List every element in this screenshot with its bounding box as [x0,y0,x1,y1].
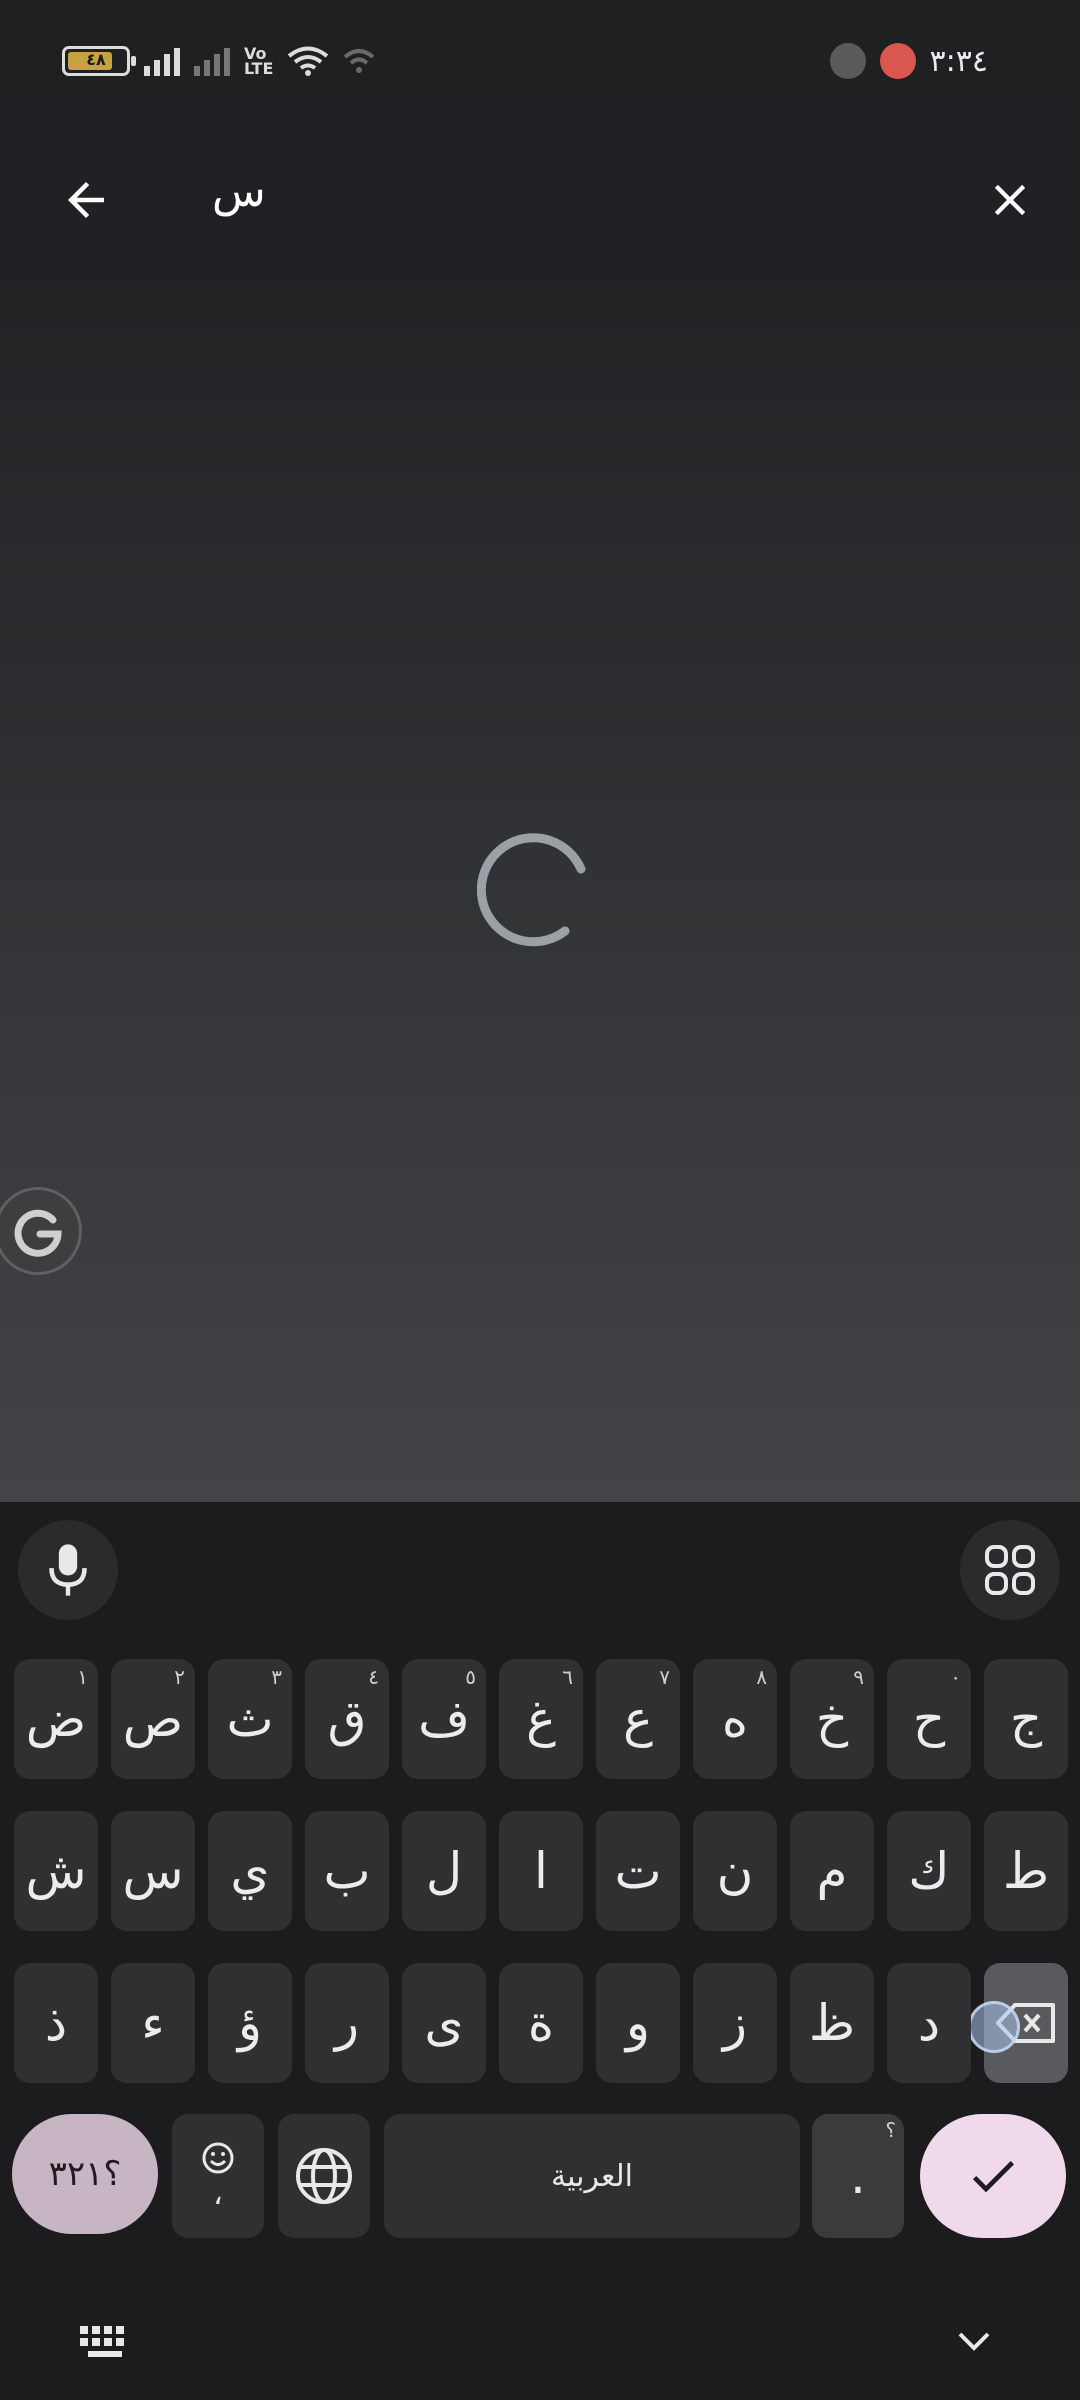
key-label: ض [25,1690,87,1748]
key[interactable]: ء [111,1963,195,2083]
key-hint: ٥ [465,1665,476,1689]
key[interactable]: ر [305,1963,389,2083]
key[interactable]: م [790,1811,874,1931]
emoji-icon [202,2142,234,2173]
grammarly-button[interactable] [0,1187,82,1275]
backspace-key[interactable] [968,1963,1068,2083]
key-label: ص [122,1690,184,1748]
key[interactable]: ا [499,1811,583,1931]
key-label: ق [327,1690,367,1748]
grammarly-g-icon [14,1209,62,1257]
space-key[interactable]: العربية [384,2114,800,2238]
period-key[interactable]: . ؟ [812,2114,904,2238]
status-right: ٣:٣٤ [829,38,988,84]
key-label: ه [721,1690,749,1748]
key[interactable]: غ٦ [499,1659,583,1779]
symbols-key[interactable]: ؟٣٢١ [12,2114,158,2234]
results-area [0,280,1080,1502]
key[interactable]: و [596,1963,680,2083]
emoji-key[interactable]: ، [172,2114,264,2238]
status-left: ٤٨ Vo LTE [62,38,375,84]
key[interactable]: ص٢ [111,1659,195,1779]
key-label: ج [1009,1690,1043,1748]
key-label: ف [418,1690,470,1748]
key-hint: ٩ [853,1665,864,1689]
search-header: س [0,104,1080,280]
key-hint: ١ [77,1665,88,1689]
key[interactable]: ت [596,1811,680,1931]
wifi-icon [288,46,329,76]
apps-grid-button[interactable] [960,1520,1060,1620]
enter-key[interactable] [920,2114,1066,2238]
key[interactable]: ه٨ [693,1659,777,1779]
search-input[interactable]: س [212,166,266,217]
arrow-left-icon [68,182,104,218]
key-label: ح [912,1690,946,1748]
key[interactable]: ب [305,1811,389,1931]
key[interactable]: ك [887,1811,971,1931]
status-bar: ٤٨ Vo LTE ٣:٣٤ [0,0,1080,104]
key[interactable]: س [111,1811,195,1931]
language-key[interactable] [278,2114,370,2238]
clear-button[interactable] [970,160,1050,240]
key[interactable]: ف٥ [402,1659,486,1779]
key[interactable]: ة [499,1963,583,2083]
key[interactable]: ح٠ [887,1659,971,1779]
period-label: . [850,2147,866,2205]
key-hint: ٣ [271,1665,282,1689]
back-button[interactable] [46,160,126,240]
microphone-icon [49,1544,87,1596]
close-icon [994,184,1026,216]
apps-grid-icon [985,1545,1035,1595]
key[interactable]: ط [984,1811,1068,1931]
touch-indicator [968,2001,1020,2053]
key-label: ث [226,1690,274,1748]
battery-icon: ٤٨ [62,46,136,76]
key[interactable]: ق٤ [305,1659,389,1779]
key-hint: ٦ [562,1665,573,1689]
key[interactable]: خ٩ [790,1659,874,1779]
key[interactable]: ج [984,1659,1068,1779]
key[interactable]: ز [693,1963,777,2083]
key[interactable]: ي [208,1811,292,1931]
key-hint: ٠ [950,1665,961,1689]
battery-percent: ٤٨ [86,50,106,69]
key-label: غ [526,1690,556,1748]
globe-icon [296,2148,352,2204]
loading-spinner [477,833,586,947]
key[interactable]: ل [402,1811,486,1931]
chevron-down-icon[interactable] [952,2324,996,2360]
voice-input-button[interactable] [18,1520,118,1620]
key[interactable]: د [887,1963,971,2083]
key[interactable]: ن [693,1811,777,1931]
clock: ٣:٣٤ [929,43,988,79]
signal-icon-secondary [194,46,230,76]
keyboard: ج ح٠ خ٩ ه٨ ع٧ غ٦ ف٥ ق٤ ث٣ ص٢ ض١ ط ك م ن … [0,1502,1080,2400]
key-hint: ٧ [659,1665,670,1689]
key[interactable]: ض١ [14,1659,98,1779]
key-label: ع [623,1690,653,1748]
signal-icon [144,46,180,76]
key-hint: ٨ [756,1665,767,1689]
key[interactable]: ى [402,1963,486,2083]
volte-label: Vo LTE [244,44,274,78]
key[interactable]: ؤ [208,1963,292,2083]
key[interactable]: ذ [14,1963,98,2083]
key[interactable]: ش [14,1811,98,1931]
key[interactable]: ظ [790,1963,874,2083]
period-hint: ؟ [885,2118,896,2142]
key-hint: ٢ [174,1665,185,1689]
notification-avatar-icon [879,43,916,79]
key[interactable]: ع٧ [596,1659,680,1779]
key-label: خ [815,1690,849,1748]
key-hint: ٤ [368,1665,379,1689]
notification-app-icon [829,43,866,79]
key[interactable]: ث٣ [208,1659,292,1779]
keyboard-icon[interactable] [78,2324,134,2360]
wifi-icon-secondary [344,49,375,73]
checkmark-icon [972,2161,1014,2193]
comma-label: ، [213,2176,223,2212]
